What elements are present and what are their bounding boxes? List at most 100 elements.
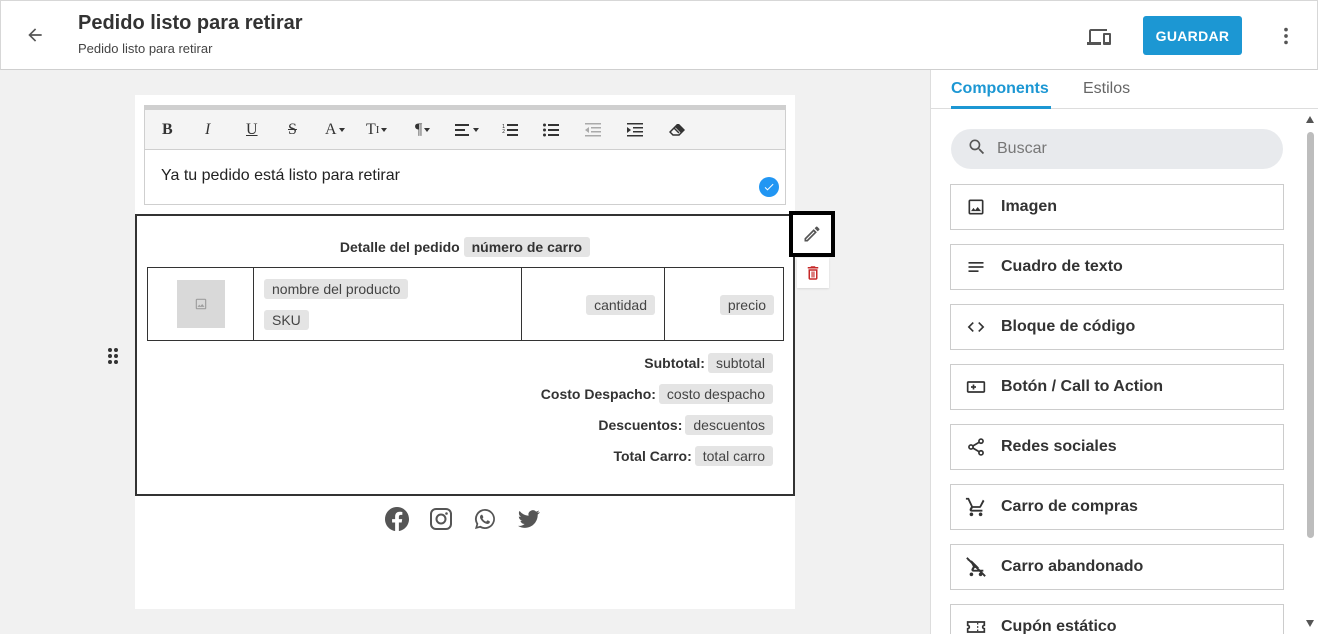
component-label: Cupón estático — [1001, 618, 1117, 634]
ordered-list-icon[interactable]: 12 — [502, 120, 518, 140]
scroll-up-arrow-icon[interactable] — [1306, 116, 1314, 123]
order-header: Detalle del pedido número de carro — [137, 237, 793, 257]
total-label: Total Carro: — [613, 448, 692, 464]
product-image-cell — [148, 268, 254, 340]
bold-button[interactable]: B — [162, 120, 173, 140]
component-cupon-estatico[interactable]: Cupón estático — [950, 604, 1284, 634]
paragraph-button[interactable]: ¶ — [415, 120, 432, 140]
discounts-label: Descuentos: — [598, 417, 683, 433]
active-tab-indicator — [951, 106, 1051, 109]
component-bloque-de-codigo[interactable]: Bloque de código — [950, 304, 1284, 350]
page-subtitle: Pedido listo para retirar — [78, 41, 213, 56]
rich-text-editor: B I U S A TI ¶ 12 Ya tu pedido está list… — [144, 105, 786, 205]
component-carro-abandonado[interactable]: Carro abandonado — [950, 544, 1284, 590]
component-boton-cta[interactable]: Botón / Call to Action — [950, 364, 1284, 410]
button-icon — [951, 377, 1001, 397]
text-lines-icon — [951, 257, 1001, 277]
back-arrow-icon[interactable] — [23, 23, 47, 47]
clear-format-icon[interactable] — [669, 120, 685, 140]
more-vert-icon[interactable] — [1275, 24, 1297, 48]
component-cuadro-de-texto[interactable]: Cuadro de texto — [950, 244, 1284, 290]
product-info-cell: nombre del producto SKU — [254, 268, 522, 340]
components-list: Imagen Cuadro de texto Bloque de código … — [950, 184, 1284, 634]
tab-components[interactable]: Components — [951, 80, 1049, 98]
format-toolbar: B I U S A TI ¶ 12 — [145, 110, 785, 150]
indent-icon[interactable] — [627, 120, 643, 140]
share-icon — [951, 437, 1001, 457]
instagram-icon — [429, 507, 453, 531]
search-box[interactable] — [951, 129, 1283, 169]
component-label: Imagen — [1001, 198, 1058, 215]
component-label: Carro de compras — [1001, 498, 1138, 515]
tab-estilos[interactable]: Estilos — [1083, 80, 1130, 98]
component-label: Bloque de código — [1001, 318, 1136, 335]
image-icon — [951, 197, 1001, 217]
subtotal-row: Subtotal: subtotal — [644, 353, 773, 373]
components-panel: Components Estilos Imagen Cuadro de text… — [930, 70, 1318, 634]
component-label: Carro abandonado — [1001, 558, 1144, 575]
svg-text:2: 2 — [502, 129, 505, 135]
discounts-row: Descuentos: descuentos — [598, 415, 773, 435]
component-label: Botón / Call to Action — [1001, 378, 1164, 395]
underline-button[interactable]: U — [246, 120, 258, 140]
font-color-label: A — [325, 121, 337, 138]
component-carro-de-compras[interactable]: Carro de compras — [950, 484, 1284, 530]
order-detail-block[interactable]: Detalle del pedido número de carro nombr… — [135, 214, 795, 496]
facebook-icon — [385, 507, 409, 531]
device-preview-icon[interactable] — [1087, 25, 1111, 49]
bullet-list-icon[interactable] — [543, 120, 559, 140]
code-icon — [951, 317, 1001, 337]
panel-tabs: Components Estilos — [931, 70, 1318, 109]
sku-tag: SKU — [264, 310, 309, 330]
cart-number-tag: número de carro — [463, 237, 591, 257]
component-label: Cuadro de texto — [1001, 258, 1123, 275]
order-header-label: Detalle del pedido — [339, 239, 460, 255]
quantity-tag: cantidad — [586, 295, 655, 315]
product-name-tag: nombre del producto — [264, 279, 409, 299]
cart-off-icon — [951, 556, 1001, 578]
top-bar: Pedido listo para retirar Pedido listo p… — [0, 0, 1318, 70]
scroll-down-arrow-icon[interactable] — [1306, 620, 1314, 627]
scroll-thumb[interactable] — [1307, 132, 1314, 538]
whatsapp-icon — [473, 507, 497, 531]
component-redes-sociales[interactable]: Redes sociales — [950, 424, 1284, 470]
product-table: nombre del producto SKU cantidad precio — [147, 267, 784, 341]
image-placeholder-icon — [177, 280, 225, 328]
edit-pencil-icon[interactable] — [789, 211, 835, 257]
align-button[interactable] — [455, 120, 481, 140]
editor-text[interactable]: Ya tu pedido está listo para retirar — [161, 167, 400, 185]
price-tag: precio — [719, 295, 774, 315]
editor-canvas: B I U S A TI ¶ 12 Ya tu pedido está list… — [0, 70, 930, 634]
total-tag: total carro — [694, 446, 773, 466]
subtotal-tag: subtotal — [707, 353, 773, 373]
social-icons-row — [385, 507, 541, 537]
cart-icon — [951, 496, 1001, 518]
search-input[interactable] — [997, 140, 1257, 158]
save-button[interactable]: GUARDAR — [1143, 16, 1242, 55]
font-size-label: T — [366, 121, 376, 138]
page-title: Pedido listo para retirar — [78, 12, 303, 34]
discounts-tag: descuentos — [685, 415, 773, 435]
font-color-button[interactable]: A — [325, 120, 347, 140]
total-row: Total Carro: total carro — [613, 446, 773, 466]
italic-button[interactable]: I — [205, 120, 210, 140]
shipping-tag: costo despacho — [658, 384, 773, 404]
shipping-label: Costo Despacho: — [540, 386, 656, 402]
strikethrough-button[interactable]: S — [288, 120, 297, 140]
quantity-cell: cantidad — [522, 268, 665, 340]
drag-handle-icon[interactable] — [107, 347, 121, 365]
search-icon — [967, 137, 987, 162]
email-page: B I U S A TI ¶ 12 Ya tu pedido está list… — [135, 95, 795, 609]
coupon-icon — [951, 617, 1001, 634]
component-label: Redes sociales — [1001, 438, 1117, 455]
twitter-icon — [517, 507, 541, 531]
delete-trash-icon[interactable] — [797, 258, 829, 288]
component-imagen[interactable]: Imagen — [950, 184, 1284, 230]
check-icon[interactable] — [759, 177, 779, 197]
outdent-icon[interactable] — [585, 120, 601, 140]
subtotal-label: Subtotal: — [644, 355, 705, 371]
paragraph-label: ¶ — [415, 121, 423, 138]
shipping-row: Costo Despacho: costo despacho — [541, 384, 773, 404]
font-size-button[interactable]: TI — [366, 120, 389, 140]
panel-scrollbar[interactable] — [1304, 114, 1316, 630]
